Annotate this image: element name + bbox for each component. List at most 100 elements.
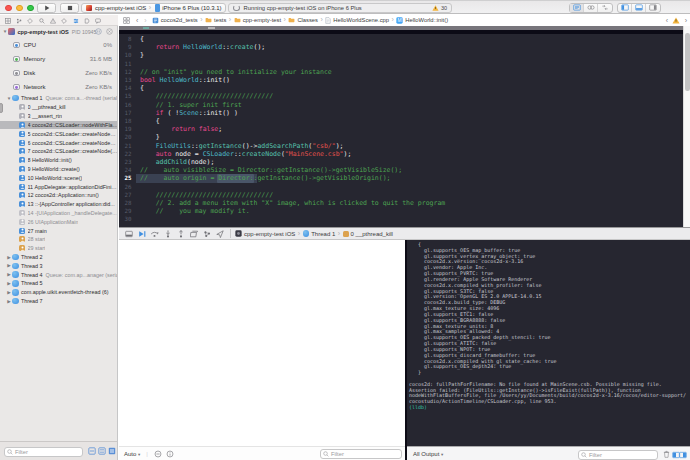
issue-warning-icon[interactable] bbox=[672, 17, 680, 24]
window-minimize-button[interactable] bbox=[16, 5, 23, 12]
symbol-navigator-icon[interactable] bbox=[26, 17, 34, 25]
stack-depth-icon[interactable] bbox=[108, 447, 116, 455]
scheme-selector[interactable]: cpp-empty-test iOS › iPhone 6 Plus (10.3… bbox=[81, 3, 226, 14]
editor-scrollbar-thumb[interactable] bbox=[685, 33, 690, 91]
navigator-filter-field[interactable]: Filter bbox=[4, 447, 83, 457]
related-items-icon[interactable] bbox=[123, 17, 130, 24]
line-number: 23 bbox=[119, 158, 132, 166]
assistant-editor-button[interactable] bbox=[584, 4, 598, 13]
step-out-button[interactable] bbox=[174, 230, 187, 238]
stack-frame-row[interactable]: 10 HelloWorld::scene() bbox=[0, 174, 118, 183]
standard-editor-button[interactable] bbox=[570, 4, 584, 13]
memory-graph-icon[interactable] bbox=[200, 230, 213, 238]
thread-1-row[interactable]: ▼Thread 1Queue: com.a...-thread (serial) bbox=[0, 94, 118, 103]
source-editor[interactable]: 8{9 return HelloWorld::create();10}1112/… bbox=[119, 26, 683, 228]
continue-button[interactable] bbox=[135, 230, 148, 238]
debug-breadcrumb-item[interactable]: cpp-empty-test iOS bbox=[235, 230, 295, 237]
thread-row[interactable]: ▶Thread 3 bbox=[0, 262, 118, 271]
debug-breadcrumb-item[interactable]: 0 __pthread_kill bbox=[343, 231, 393, 237]
stack-frame-row[interactable]: 5 cocos2d::CSLoader::createNodeW... bbox=[0, 130, 118, 139]
debug-navigator-icon[interactable] bbox=[72, 17, 80, 25]
source-control-navigator-icon[interactable] bbox=[15, 17, 23, 25]
stack-frame-row[interactable]: 27 main bbox=[0, 226, 118, 235]
version-editor-button[interactable] bbox=[598, 4, 612, 13]
frame-icon bbox=[19, 148, 25, 154]
stack-frame-row[interactable]: 29 start bbox=[0, 244, 118, 253]
thread-row[interactable]: ▶com.apple.uikit.eventfetch-thread (6) bbox=[0, 288, 118, 297]
thread-row[interactable]: ▶Thread 4Queue: com.ap...anager (serial) bbox=[0, 270, 118, 279]
stack-frame-row[interactable]: 12 cocos2d::Application::run() bbox=[0, 191, 118, 200]
report-navigator-icon[interactable] bbox=[94, 17, 102, 25]
code-line-30: 30 bbox=[119, 215, 683, 223]
stack-frame-row[interactable]: 8 HelloWorld::init() bbox=[0, 156, 118, 165]
warning-count-badge[interactable]: 30 bbox=[432, 5, 447, 11]
jumpbar-item[interactable]: MHelloWorld::init() bbox=[396, 17, 448, 24]
step-over-button[interactable] bbox=[148, 230, 161, 238]
jumpbar-item[interactable]: tests bbox=[205, 17, 226, 23]
show-variables-icon[interactable] bbox=[154, 450, 162, 458]
step-into-button[interactable] bbox=[161, 230, 174, 238]
stack-frame-row[interactable]: 3 __assert_rtn bbox=[0, 112, 118, 121]
window-close-button[interactable] bbox=[5, 5, 12, 12]
previous-issue-button[interactable]: ‹ bbox=[666, 17, 668, 24]
jumpbar-item[interactable]: HelloWorldScene.cpp bbox=[325, 17, 389, 24]
stack-frame-row[interactable]: 0 __pthread_kill bbox=[0, 103, 118, 112]
issue-navigator-icon[interactable] bbox=[49, 17, 57, 25]
stack-frame-row[interactable]: 7 cocos2d::CSLoader::createNode(s... bbox=[0, 147, 118, 156]
line-number: 9 bbox=[119, 43, 132, 51]
console-output-selector[interactable]: All Output ▾ bbox=[413, 451, 443, 457]
toggle-console-view-icon[interactable] bbox=[679, 451, 687, 459]
stack-frame-row[interactable]: 4 cocos2d::CSLoader::nodeWithFlat... bbox=[0, 121, 118, 130]
gauge-row-disk[interactable]: DiskZero KB/s bbox=[0, 66, 118, 80]
go-back-button[interactable]: ‹ bbox=[136, 17, 138, 24]
console-line: cocostudio/ActionTimeline/CSLoader.cpp, … bbox=[409, 399, 557, 405]
thread-row[interactable]: ▶Thread 5 bbox=[0, 279, 118, 288]
show-crashed-threads-icon[interactable] bbox=[98, 447, 106, 455]
sidebar-drag-handle[interactable] bbox=[0, 103, 3, 113]
thread-row[interactable]: ▶Thread 2 bbox=[0, 253, 118, 262]
jumpbar-item[interactable]: Classes bbox=[288, 17, 318, 23]
breakpoint-navigator-icon[interactable] bbox=[83, 17, 91, 25]
jumpbar-item[interactable]: cocos2d_tests bbox=[152, 17, 198, 24]
jumpbar-item[interactable]: cpp-empty-test bbox=[234, 17, 281, 23]
frame-icon bbox=[19, 131, 25, 137]
next-issue-button[interactable]: › bbox=[685, 17, 687, 24]
debug-breadcrumb-item[interactable]: Thread 1 bbox=[303, 230, 336, 237]
gauge-row-memory[interactable]: Memory31.6 MB bbox=[0, 52, 118, 66]
editor-scrollbar[interactable] bbox=[683, 26, 690, 228]
find-navigator-icon[interactable] bbox=[38, 17, 46, 25]
stack-frame-row[interactable]: 13 ::-[AppController application:did... bbox=[0, 200, 118, 209]
test-navigator-icon[interactable] bbox=[60, 17, 68, 25]
window-zoom-button[interactable] bbox=[27, 5, 34, 12]
run-button[interactable] bbox=[37, 3, 56, 13]
pause-process-icon[interactable] bbox=[95, 28, 102, 35]
stack-frame-row[interactable]: 14 -[UIApplication _handleDelegate... bbox=[0, 209, 118, 218]
show-running-threads-icon[interactable] bbox=[88, 447, 96, 455]
process-row[interactable]: ▼cpp-empty-test iOSPID 10945 bbox=[0, 27, 118, 36]
toggle-debug-area-button[interactable] bbox=[632, 4, 646, 13]
variables-info-icon[interactable] bbox=[166, 450, 174, 458]
variables-view[interactable] bbox=[119, 240, 405, 446]
variables-filter-field[interactable]: Filter bbox=[320, 449, 402, 459]
gauge-row-network[interactable]: NetworkZero KB/s bbox=[0, 80, 118, 94]
gauge-row-cpu[interactable]: CPU0% bbox=[0, 38, 118, 52]
stop-button[interactable] bbox=[60, 3, 79, 13]
stack-frame-row[interactable]: 6 cocos2d::CSLoader::createNodeW... bbox=[0, 138, 118, 147]
toggle-navigator-button[interactable] bbox=[618, 4, 632, 13]
hide-debug-area-icon[interactable] bbox=[122, 230, 135, 238]
debug-view-hierarchy-icon[interactable] bbox=[187, 230, 200, 238]
project-navigator-icon[interactable] bbox=[4, 17, 12, 25]
thread-row[interactable]: ▶Thread 7 bbox=[0, 297, 118, 306]
stack-frame-row[interactable]: 28 start bbox=[0, 235, 118, 244]
kill-process-icon[interactable] bbox=[106, 28, 113, 35]
stack-frame-row[interactable]: 26 UIApplicationMain bbox=[0, 218, 118, 227]
console-view[interactable]: {gl.supports_OES_map_buffer: truegl.supp… bbox=[407, 240, 690, 446]
simulate-location-icon[interactable] bbox=[213, 230, 226, 238]
stack-frame-row[interactable]: 9 HelloWorld::create() bbox=[0, 165, 118, 174]
clear-console-icon[interactable] bbox=[663, 450, 670, 458]
toggle-utilities-button[interactable] bbox=[646, 4, 660, 13]
console-filter-field[interactable]: Filter bbox=[578, 450, 658, 460]
stack-frame-row[interactable]: 11 AppDelegate::applicationDidFinis... bbox=[0, 182, 118, 191]
go-forward-button[interactable]: › bbox=[144, 17, 146, 24]
variables-scope-selector[interactable]: Auto ▾ bbox=[124, 451, 140, 457]
